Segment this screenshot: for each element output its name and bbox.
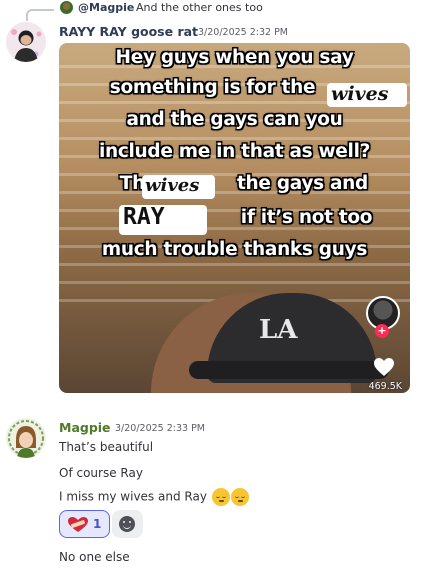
tiktok-video-embed[interactable]: LA Hey guys when you say something is fo… xyxy=(59,43,410,393)
pensive-face-icon xyxy=(211,488,230,506)
caption-line-4: include me in that as well? xyxy=(98,141,371,162)
follow-plus-icon[interactable]: + xyxy=(375,324,389,338)
avatar-rayy-image xyxy=(6,22,46,62)
timestamp-magpie: 3/20/2025 2:33 PM xyxy=(115,423,206,434)
heart-bandage-icon xyxy=(68,517,88,532)
caption-line-5b: the gays and xyxy=(237,173,368,194)
reply-spine xyxy=(26,9,54,21)
avatar-magpie-image xyxy=(6,418,46,458)
author-name-magpie[interactable]: Magpie xyxy=(59,420,111,435)
caption-line-1: Hey guys when you say xyxy=(115,47,354,68)
caption-line-6: if it’s not too xyxy=(240,207,373,228)
handwritten-wives-1: wives xyxy=(331,83,389,105)
heart-icon[interactable] xyxy=(372,355,396,379)
author-name-rayy[interactable]: RAYY RAY goose rat xyxy=(59,24,198,39)
message-line-2: Of course Ray xyxy=(59,466,143,480)
message-line-3: I miss my wives and Ray xyxy=(59,489,207,504)
reply-preview[interactable]: @Magpie And the other ones too xyxy=(0,0,431,21)
reaction-count: 1 xyxy=(93,517,102,531)
avatar-rayy[interactable] xyxy=(6,22,46,62)
la-logo: LA xyxy=(259,315,298,345)
reply-author[interactable]: @Magpie xyxy=(78,1,134,14)
reply-text[interactable]: And the other ones too xyxy=(136,1,263,14)
caption-line-3: and the gays can you xyxy=(126,109,343,130)
message-line-3-row: I miss my wives and Ray xyxy=(59,488,249,506)
add-reaction-icon xyxy=(119,516,135,532)
like-count: 469.5K xyxy=(368,381,402,392)
avatar-magpie[interactable] xyxy=(6,418,46,458)
reply-avatar[interactable] xyxy=(60,1,73,14)
message-line-4: No one else xyxy=(59,550,130,564)
pensive-face-icon xyxy=(230,488,249,506)
add-reaction-button[interactable] xyxy=(112,510,143,538)
reaction-heart-bandage[interactable]: 1 xyxy=(59,510,110,538)
message-line-1: That’s beautiful xyxy=(59,440,154,454)
caption-line-7: much trouble thanks guys xyxy=(101,239,368,260)
timestamp-rayy: 3/20/2025 2:32 PM xyxy=(198,27,289,38)
